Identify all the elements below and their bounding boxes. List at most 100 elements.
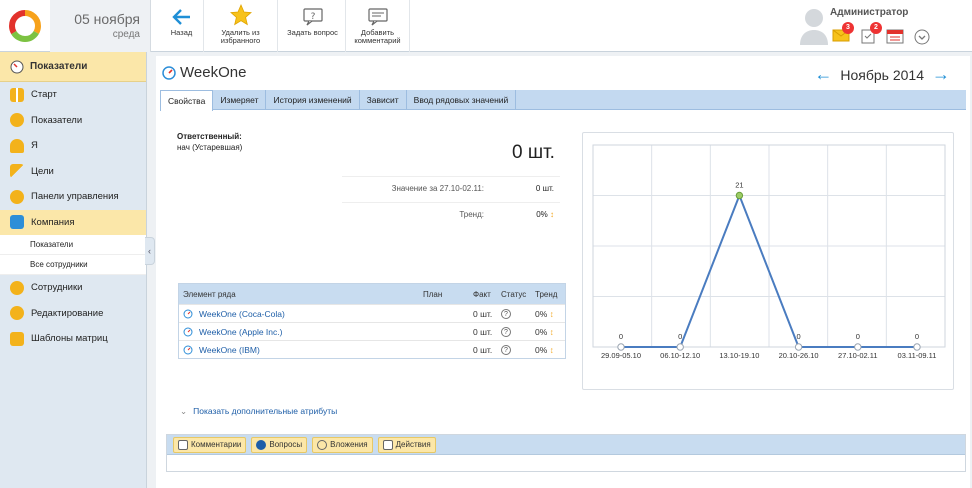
line-chart: 0 29.09-05.10 0 06.10-12.10 21 13.10-19.10 0 20… — [592, 144, 946, 360]
tab-measures[interactable]: Измеряет — [213, 90, 267, 110]
arrow-left-icon — [171, 9, 190, 25]
trend-label: Тренд: — [459, 210, 484, 219]
col-header-element[interactable]: Элемент ряда — [183, 290, 236, 299]
x-tick-label: 29.09-05.10 — [601, 351, 641, 360]
sidebar-subitem-all-employees[interactable]: Все сотрудники — [0, 255, 146, 275]
data-label: 0 — [856, 332, 860, 341]
gauge-icon — [10, 113, 24, 128]
actions-label: Действия — [395, 440, 431, 449]
sidebar-subitem-indicators[interactable]: Показатели — [0, 235, 146, 255]
responsible-label: Ответственный: — [177, 132, 242, 141]
status-unknown-icon: ? — [501, 309, 511, 319]
row-trend-cell: 0% ↕ — [535, 345, 554, 355]
tasks-notification[interactable]: 2 — [860, 22, 882, 44]
add-comment-button[interactable]: Добавить комментарий — [346, 0, 410, 52]
tab-row-values[interactable]: Ввод рядовых значений — [407, 90, 517, 110]
question-icon — [256, 439, 267, 450]
sidebar-collapse-button[interactable]: ‹ — [145, 237, 155, 265]
data-point — [735, 191, 744, 200]
paperclip-icon — [317, 439, 328, 450]
actions-button[interactable]: Действия — [377, 436, 436, 453]
col-header-plan[interactable]: План — [423, 290, 442, 299]
show-more-attributes-link[interactable]: ⌄ Показать дополнительные атрибуты — [180, 406, 337, 417]
ask-question-label: Задать вопрос — [287, 28, 338, 37]
show-more-label: Показать дополнительные атрибуты — [193, 406, 338, 416]
data-point — [676, 343, 684, 351]
sidebar-item-me[interactable]: Я — [0, 133, 146, 159]
comments-label: Комментарии — [191, 440, 242, 449]
row-fact: 0 шт. — [473, 327, 493, 337]
logo-icon — [9, 10, 41, 42]
people-icon — [10, 280, 24, 295]
next-period-icon[interactable]: → — [932, 64, 950, 85]
row-element-name: WeekOne (Apple Inc.) — [199, 327, 283, 337]
remove-favorite-label: Удалить из избранного — [220, 28, 261, 45]
tab-bar: Свойства Измеряет История изменений Зави… — [160, 90, 966, 111]
row-element-link[interactable]: WeekOne (Apple Inc.) — [183, 327, 282, 337]
calendar-button[interactable] — [886, 28, 904, 44]
status-unknown-icon: ? — [501, 345, 511, 355]
gauge-icon — [10, 60, 24, 73]
row-element-name: WeekOne (Coca-Cola) — [199, 309, 285, 319]
sidebar-item-editing[interactable]: Редактирование — [0, 301, 146, 327]
sidebar-item-dashboards[interactable]: Панели управления — [0, 184, 146, 210]
user-name[interactable]: Администратор — [830, 7, 908, 18]
row-element-link[interactable]: WeekOne (Coca-Cola) — [183, 309, 285, 319]
attachments-button[interactable]: Вложения — [312, 436, 373, 453]
indicator-icon — [183, 345, 193, 355]
add-comment-label: Добавить комментарий — [354, 28, 401, 45]
comments-button[interactable]: Комментарии — [173, 436, 247, 453]
x-tick-label: 06.10-12.10 — [660, 351, 700, 360]
sidebar-header[interactable]: Показатели — [0, 52, 146, 82]
user-menu-button[interactable] — [914, 29, 932, 45]
period-label: Ноябрь 2014 — [840, 66, 924, 83]
row-element-link[interactable]: WeekOne (IBM) — [183, 345, 260, 355]
sidebar-item-matrix-templates[interactable]: Шаблоны матриц — [0, 326, 146, 352]
tab-depends[interactable]: Зависит — [360, 90, 407, 110]
back-button[interactable]: Назад — [160, 0, 204, 52]
data-label: 0 — [678, 332, 682, 341]
svg-text:?: ? — [310, 12, 315, 22]
sidebar-item-indicators[interactable]: Показатели — [0, 108, 146, 134]
questions-button[interactable]: Вопросы — [251, 436, 308, 453]
sidebar-item-label: Редактирование — [31, 307, 104, 319]
tab-history[interactable]: История изменений — [266, 90, 360, 110]
indicator-icon — [183, 309, 193, 319]
data-label: 0 — [797, 332, 801, 341]
calendar-icon — [886, 29, 904, 44]
sidebar-item-label: Сотрудники — [31, 282, 83, 294]
edit-icon — [10, 306, 24, 321]
dashboard-icon — [10, 189, 24, 204]
star-icon — [229, 4, 252, 26]
trend-value: 0% — [536, 210, 548, 219]
up-down-arrow-icon: ↕ — [549, 309, 554, 319]
current-value: 0 шт. — [512, 142, 555, 163]
data-label: 0 — [915, 332, 919, 341]
row-element-name: WeekOne (IBM) — [199, 345, 260, 355]
ask-question-button[interactable]: ? Задать вопрос — [280, 0, 346, 52]
data-point — [617, 343, 625, 351]
factory-icon — [10, 215, 24, 230]
col-header-status[interactable]: Статус — [501, 290, 526, 299]
sidebar-item-label: Шаблоны матриц — [31, 333, 108, 345]
col-header-fact[interactable]: Факт — [473, 290, 491, 299]
attachments-label: Вложения — [330, 440, 368, 449]
tab-properties[interactable]: Свойства — [160, 90, 214, 111]
comment-icon — [178, 439, 188, 450]
row-trend: 0% — [535, 327, 548, 337]
sidebar-item-employees[interactable]: Сотрудники — [0, 275, 146, 301]
period-value: 0 шт. — [535, 184, 554, 193]
app-logo[interactable] — [0, 0, 50, 52]
sidebar-item-company[interactable]: Компания — [0, 209, 146, 235]
date-weekday: среда — [112, 29, 140, 40]
trend-row: Тренд: 0% ↕ — [342, 202, 560, 224]
sidebar-item-start[interactable]: Старт — [0, 82, 146, 108]
messages-notification[interactable]: 3 — [832, 22, 854, 44]
col-header-trend[interactable]: Тренд — [535, 290, 557, 299]
period-value-row: Значение за 27.10-02.11: 0 шт. — [342, 176, 560, 198]
avatar[interactable] — [798, 5, 830, 45]
sidebar-item-label: Показатели — [31, 114, 83, 126]
remove-favorite-button[interactable]: Удалить из избранного — [204, 0, 278, 52]
sidebar-item-goals[interactable]: Цели — [0, 159, 146, 185]
prev-period-icon[interactable]: ← — [814, 64, 832, 85]
